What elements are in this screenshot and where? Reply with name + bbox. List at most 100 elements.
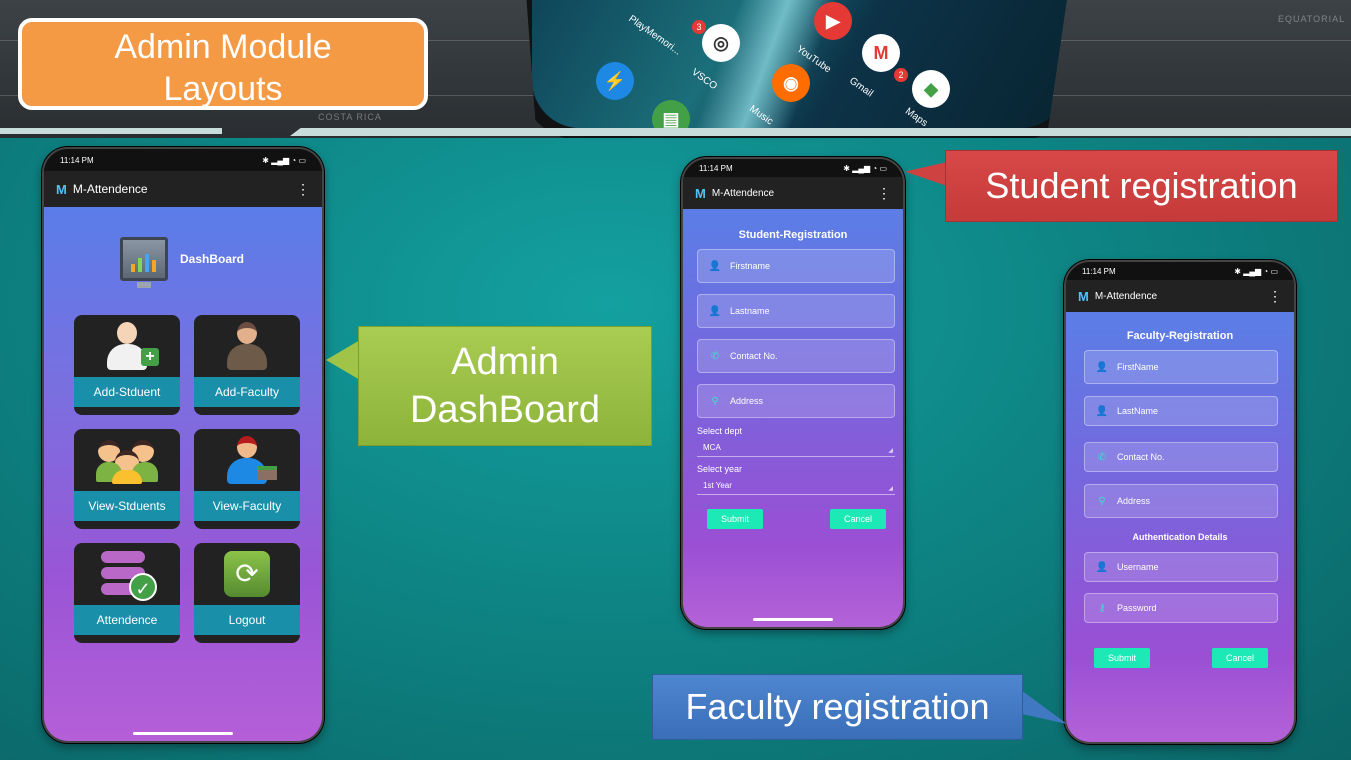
phone-icon: ✆ — [710, 350, 720, 362]
tile-add-faculty[interactable]: Add-Faculty — [194, 315, 300, 415]
person-add-icon: 👤 — [1095, 361, 1109, 373]
app-logo: M — [695, 185, 706, 201]
dashboard-content: DashBoard + Add-Stduent Add-Faculty View… — [44, 207, 322, 741]
tile-view-students[interactable]: View-Stduents — [74, 429, 180, 529]
vsco-icon: ◎ — [702, 24, 740, 62]
callout-arrow — [326, 340, 360, 380]
attendance-icon: ✓ — [101, 549, 157, 601]
app-bar: M M-Attendence ⋮ — [44, 171, 322, 207]
map-label: COSTA RICA — [318, 112, 382, 122]
contact-input[interactable]: ✆ Contact No. — [697, 339, 895, 373]
decorative-phone: ⚡ PlayMemori... ◎ VSCO ◉ Music ▶ YouTube… — [520, 0, 1080, 138]
callout-arrow — [905, 162, 947, 186]
firstname-input[interactable]: 👤 FirstName — [1084, 350, 1278, 384]
lastname-input[interactable]: 👤 Lastname — [697, 294, 895, 328]
slide-title: Admin Module Layouts — [18, 18, 428, 110]
form-title: Faculty-Registration — [1126, 330, 1234, 342]
tile-attendance[interactable]: ✓ Attendence — [74, 543, 180, 643]
app-logo: M — [1078, 288, 1089, 304]
tile-logout[interactable]: ⟳ Logout — [194, 543, 300, 643]
view-faculty-icon — [225, 436, 277, 484]
slide: COSTA RICA EQUATORIAL ⚡ PlayMemori... ◎ … — [0, 0, 1351, 760]
student-form: Student-Registration 👤 Firstname 👤 Lastnam… — [683, 209, 903, 627]
tile-label: View-Stduents — [74, 491, 180, 521]
address-input[interactable]: ⚲ Address — [1084, 484, 1278, 518]
tile-view-faculty[interactable]: View-Faculty — [194, 429, 300, 529]
youtube-icon: ▶ — [814, 2, 852, 40]
cancel-button[interactable]: Cancel — [830, 509, 886, 529]
location-icon: ⚲ — [711, 395, 719, 407]
app-logo: M — [56, 181, 67, 197]
tile-label: Logout — [194, 605, 300, 635]
callout-student-registration: Student registration — [945, 150, 1338, 222]
tile-add-student[interactable]: + Add-Stduent — [74, 315, 180, 415]
monitor-chart-icon — [120, 237, 168, 288]
tile-label: View-Faculty — [194, 491, 300, 521]
status-icons: ✱ ▂▄▆ ◔ ▭ — [1234, 266, 1278, 276]
status-bar: 11:14 PM ✱ ▂▄▆ ◔ ▭ — [683, 159, 903, 177]
location-icon: ⚲ — [1098, 495, 1106, 507]
callout-faculty-registration: Faculty registration — [652, 674, 1023, 740]
tile-label: Add-Stduent — [74, 377, 180, 407]
notification-badge: 2 — [894, 68, 908, 82]
overflow-menu-icon[interactable]: ⋮ — [877, 186, 891, 200]
divider-strip — [0, 128, 222, 134]
faculty-registration-phone: 11:14 PM ✱ ▂▄▆ ◔ ▭ M M-Attendence ⋮ Facu… — [1064, 260, 1296, 744]
flash-icon: ⚡ — [596, 62, 634, 100]
status-icons: ✱ ▂▄▆ ◔ ▭ — [843, 163, 887, 173]
app-bar: M M-Attendence ⋮ — [683, 177, 903, 209]
dept-label: Select dept — [697, 426, 743, 436]
home-indicator — [753, 618, 833, 621]
student-registration-phone: 11:14 PM ✱ ▂▄▆ ◔ ▭ M M-Attendence ⋮ Stud… — [681, 157, 905, 629]
add-student-icon: + — [105, 322, 159, 370]
home-indicator — [133, 732, 233, 735]
person-icon: 👤 — [1095, 561, 1109, 573]
form-title: Student-Registration — [738, 229, 848, 241]
callout-admin-dashboard: Admin DashBoard — [358, 326, 652, 446]
auth-section-title: Authentication Details — [1132, 532, 1228, 542]
app-title: M-Attendence — [711, 187, 775, 199]
map-label: EQUATORIAL — [1278, 14, 1346, 24]
dept-select[interactable]: MCA — [697, 439, 895, 457]
firstname-input[interactable]: 👤 Firstname — [697, 249, 895, 283]
app-title: M-Attendence — [72, 182, 148, 196]
notification-badge: 3 — [692, 20, 706, 34]
username-input[interactable]: 👤 Username — [1084, 552, 1278, 582]
address-input[interactable]: ⚲ Address — [697, 384, 895, 418]
submit-button[interactable]: Submit — [707, 509, 763, 529]
status-icons: ✱ ▂▄▆ ◔ ▭ — [262, 155, 306, 165]
dashboard-phone: 11:14 PM ✱ ▂▄▆ ◔ ▭ M M-Attendence ⋮ Dash… — [42, 147, 324, 743]
cancel-button[interactable]: Cancel — [1212, 648, 1268, 668]
app-title: M-Attendence — [1094, 290, 1158, 302]
dashboard-header: DashBoard — [120, 237, 245, 288]
gmail-icon: M — [862, 34, 900, 72]
person-add-icon: 👤 — [708, 305, 722, 317]
key-icon: ⚷ — [1098, 602, 1106, 614]
view-students-icon — [96, 436, 158, 484]
password-input[interactable]: ⚷ Password — [1084, 593, 1278, 623]
overflow-menu-icon[interactable]: ⋮ — [1268, 289, 1282, 303]
tile-label: Add-Faculty — [194, 377, 300, 407]
callout-arrow — [1021, 690, 1067, 724]
add-faculty-icon — [225, 322, 269, 370]
status-bar: 11:14 PM ✱ ▂▄▆ ◔ ▭ — [1066, 262, 1294, 280]
maps-icon: ◆ — [912, 70, 950, 108]
lastname-input[interactable]: 👤 LastName — [1084, 396, 1278, 426]
year-label: Select year — [697, 464, 743, 474]
overflow-menu-icon[interactable]: ⋮ — [296, 182, 310, 196]
status-time: 11:14 PM — [699, 163, 733, 173]
status-time: 11:14 PM — [60, 155, 94, 165]
divider-strip — [290, 128, 1351, 136]
app-bar: M M-Attendence ⋮ — [1066, 280, 1294, 312]
phone-icon: ✆ — [1097, 451, 1107, 463]
music-icon: ◉ — [772, 64, 810, 102]
dashboard-title: DashBoard — [180, 252, 245, 266]
year-select[interactable]: 1st Year — [697, 477, 895, 495]
status-bar: 11:14 PM ✱ ▂▄▆ ◔ ▭ — [44, 149, 322, 171]
contact-input[interactable]: ✆ Contact No. — [1084, 442, 1278, 472]
tile-label: Attendence — [74, 605, 180, 635]
status-time: 11:14 PM — [1082, 266, 1116, 276]
faculty-form: Faculty-Registration 👤 FirstName 👤 LastNam… — [1066, 312, 1294, 742]
submit-button[interactable]: Submit — [1094, 648, 1150, 668]
logout-icon: ⟳ — [224, 551, 270, 597]
